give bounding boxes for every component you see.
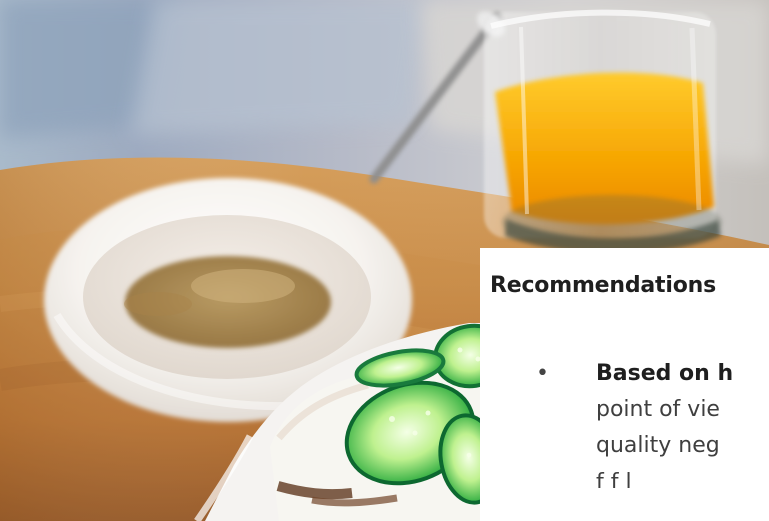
recommendation-item: • Based on h point of vie quality neg f … xyxy=(480,356,769,488)
recommendation-lead: Based on h xyxy=(596,361,734,386)
recommendation-list: • Based on h point of vie quality neg f … xyxy=(480,356,769,488)
section-title: Recommendations xyxy=(490,273,716,298)
bullet-marker: • xyxy=(536,361,549,386)
page-screen: Recommendations • Based on h point of vi… xyxy=(0,0,769,521)
recommendations-panel: Recommendations • Based on h point of vi… xyxy=(480,248,769,521)
recommendation-line-partial: f f l xyxy=(596,470,632,488)
recommendation-line: quality neg xyxy=(596,433,720,458)
recommendation-line: point of vie xyxy=(596,397,720,422)
